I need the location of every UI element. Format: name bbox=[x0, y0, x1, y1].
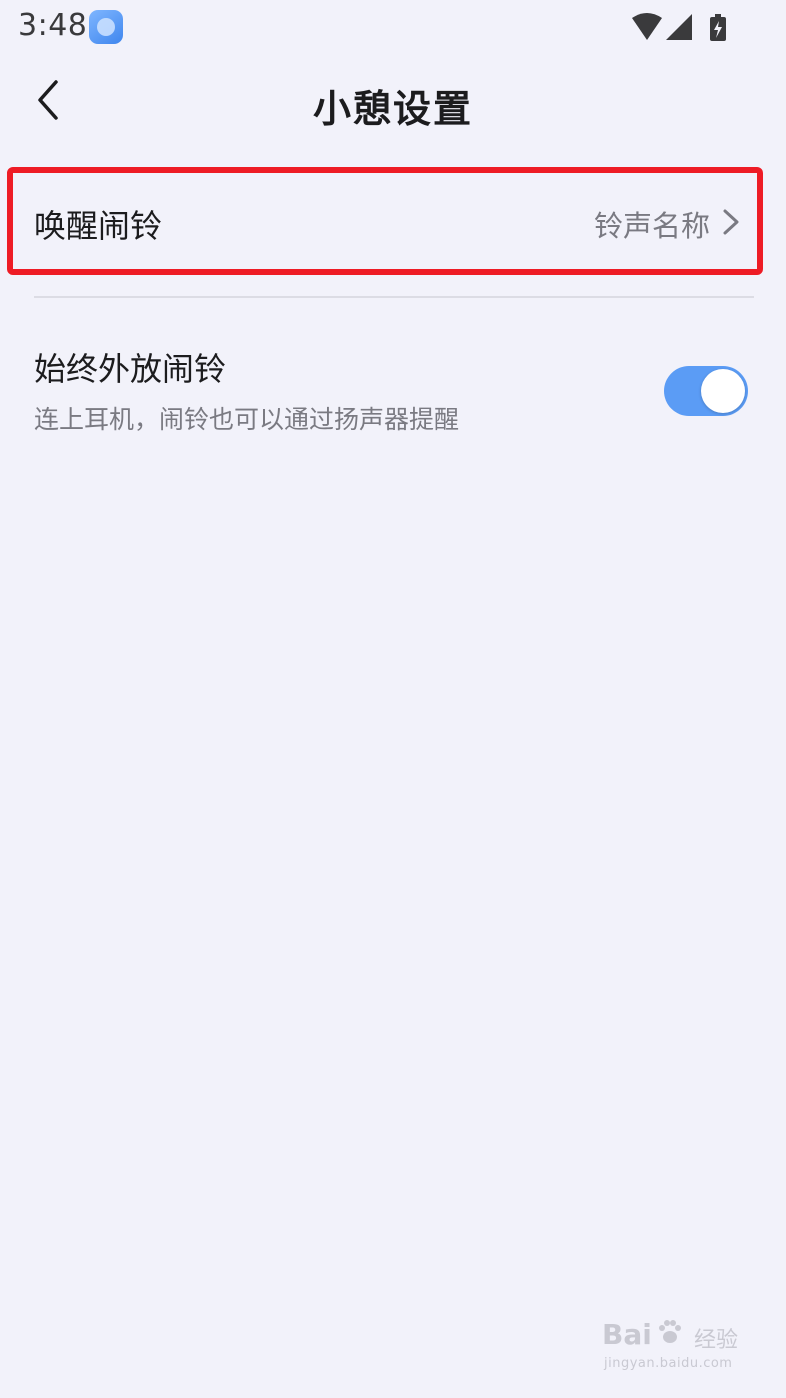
app-notification-icon bbox=[89, 10, 123, 44]
status-bar: 3:48 bbox=[0, 0, 786, 56]
paw-icon bbox=[659, 1320, 681, 1343]
status-icons bbox=[630, 12, 730, 42]
always-speaker-row: 始终外放闹铃 连上耳机，闹铃也可以通过扬声器提醒 bbox=[0, 330, 786, 450]
wifi-icon bbox=[632, 13, 662, 40]
watermark-suffix: 经验 bbox=[694, 1328, 739, 1353]
signal-icon bbox=[666, 14, 692, 40]
watermark-brand: Bai bbox=[602, 1318, 652, 1351]
battery-charging-icon bbox=[710, 14, 726, 41]
header: 小憩设置 bbox=[0, 60, 786, 144]
status-time: 3:48 bbox=[18, 8, 88, 43]
always-speaker-subtitle: 连上耳机，闹铃也可以通过扬声器提醒 bbox=[34, 405, 460, 434]
always-speaker-toggle[interactable] bbox=[664, 366, 748, 416]
toggle-knob bbox=[701, 369, 745, 413]
divider bbox=[34, 296, 754, 298]
watermark-url: jingyan.baidu.com bbox=[604, 1356, 733, 1371]
watermark: Bai 经验 jingyan.baidu.com bbox=[602, 1318, 752, 1378]
always-speaker-title: 始终外放闹铃 bbox=[34, 350, 227, 388]
highlight-annotation bbox=[7, 167, 763, 275]
page-title: 小憩设置 bbox=[312, 87, 473, 131]
